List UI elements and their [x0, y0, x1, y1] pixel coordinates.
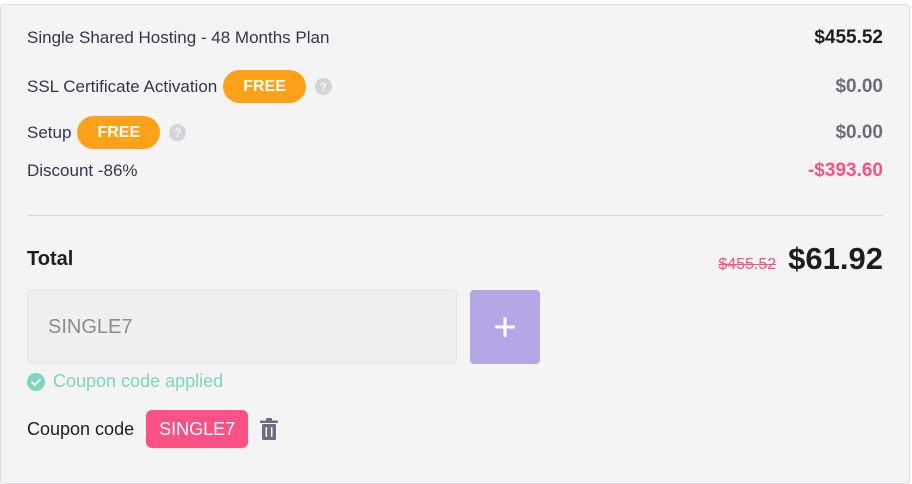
line-item-label-wrap: Single Shared Hosting - 48 Months Plan — [27, 28, 329, 48]
line-item-ssl: SSL Certificate Activation FREE ? $0.00 — [27, 70, 883, 103]
coupon-code-label: Coupon code — [27, 418, 135, 439]
line-item-amount: $0.00 — [835, 75, 883, 97]
line-item-label: Setup — [27, 122, 72, 142]
divider — [27, 215, 883, 216]
line-item-hosting: Single Shared Hosting - 48 Months Plan $… — [27, 27, 883, 49]
total-row: Total $455.52 $61.92 — [27, 241, 883, 277]
total-prices: $455.52 $61.92 — [718, 241, 883, 277]
line-item-label-wrap: SSL Certificate Activation FREE ? — [27, 70, 332, 103]
line-item-label-wrap: Discount -86% — [27, 161, 138, 181]
free-badge: FREE — [77, 116, 161, 149]
coupon-applied-text: Coupon code applied — [53, 371, 224, 391]
discount-amount: -$393.60 — [807, 160, 883, 181]
question-circle-icon[interactable]: ? — [314, 78, 332, 95]
apply-coupon-button[interactable] — [470, 290, 540, 364]
coupon-code-input[interactable] — [27, 290, 457, 364]
check-circle-icon — [27, 372, 45, 391]
trash-icon[interactable] — [259, 418, 279, 440]
line-item-label: Single Shared Hosting - 48 Months Plan — [27, 28, 330, 47]
coupon-code-chip: SINGLE7 — [146, 410, 249, 448]
coupon-applied-message: Coupon code applied — [27, 371, 223, 392]
line-item-amount: $455.52 — [814, 27, 883, 48]
line-item-amount: $0.00 — [835, 121, 883, 143]
old-price: $455.52 — [718, 256, 777, 273]
line-item-setup: Setup FREE ? $0.00 — [27, 116, 883, 149]
line-item-label: SSL Certificate Activation — [27, 76, 218, 96]
plus-icon — [495, 317, 515, 337]
order-summary-card: Single Shared Hosting - 48 Months Plan $… — [0, 4, 910, 484]
line-item-label-wrap: Setup FREE ? — [27, 116, 187, 149]
total-price: $61.92 — [788, 241, 883, 276]
line-item-label: Discount -86% — [27, 161, 138, 180]
line-item-discount: Discount -86% -$393.60 — [27, 160, 883, 182]
question-circle-icon[interactable]: ? — [169, 124, 187, 141]
applied-coupon-row: Coupon code SINGLE7 — [27, 410, 279, 448]
free-badge: FREE — [223, 70, 306, 103]
total-label: Total — [27, 247, 74, 270]
